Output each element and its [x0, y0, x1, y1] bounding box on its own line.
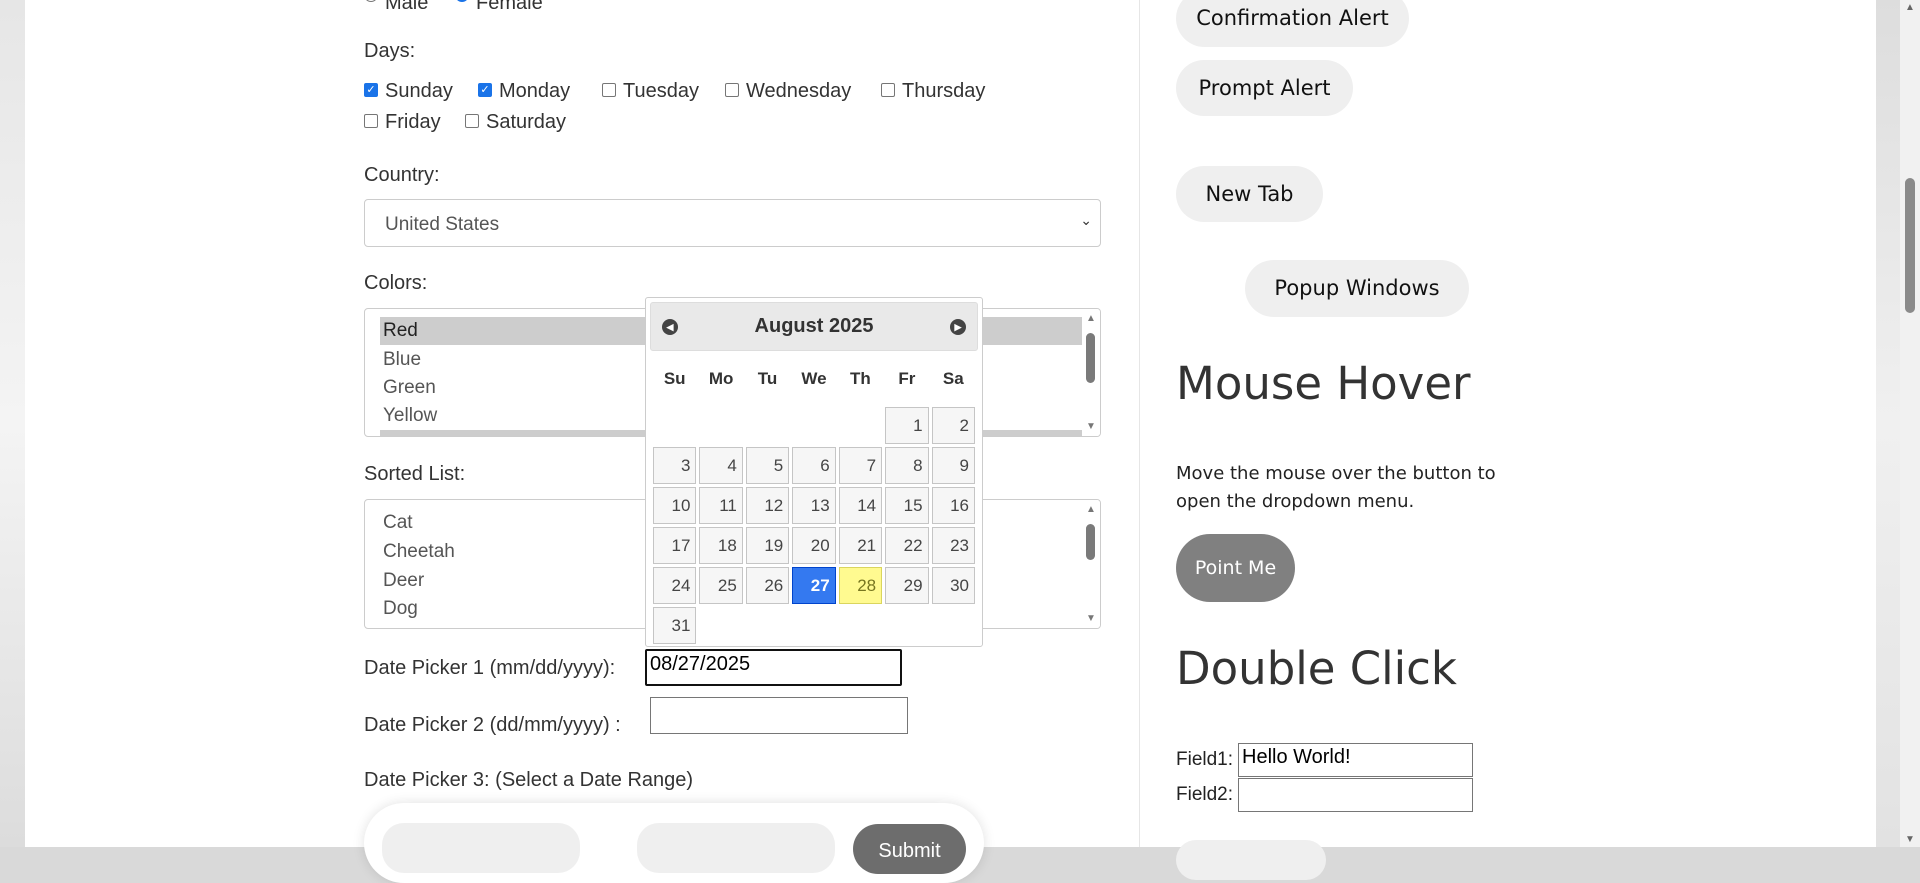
- calendar-day[interactable]: 29: [885, 567, 929, 604]
- scrollbar-thumb[interactable]: [1905, 178, 1915, 313]
- column-divider: [1139, 0, 1140, 847]
- start-date-input[interactable]: [382, 823, 580, 873]
- desc-line-1: Move the mouse over the button to: [1176, 463, 1496, 484]
- calendar-day[interactable]: 19: [745, 527, 790, 564]
- calendar-header: ◀ August 2025 ▶: [650, 302, 978, 351]
- country-value: United States: [385, 214, 500, 235]
- datepicker2-input[interactable]: [650, 697, 908, 734]
- mouse-hover-description: Move the mouse over the button to open th…: [1176, 460, 1496, 516]
- datepicker-calendar: ◀ August 2025 ▶ Su Mo Tu We Th Fr Sa 1 2 3 4 5 6 7 8 9 1…: [645, 297, 983, 647]
- weekday-header: Mo: [708, 369, 734, 388]
- page-scrollbar[interactable]: ▲ ▼: [1900, 0, 1920, 847]
- checkbox-thursday[interactable]: [881, 83, 895, 97]
- submit-button[interactable]: Submit: [853, 824, 966, 874]
- point-me-button[interactable]: Point Me: [1176, 534, 1295, 602]
- weekday-header: Su: [663, 369, 686, 388]
- field1-label: Field1:: [1176, 749, 1234, 770]
- field2-input[interactable]: [1238, 778, 1473, 812]
- calendar-day[interactable]: 10: [653, 487, 697, 524]
- field2-label: Field2:: [1176, 784, 1234, 805]
- checkbox-label: Friday: [385, 111, 441, 133]
- datepicker1-label: Date Picker 1 (mm/dd/yyyy):: [364, 657, 616, 679]
- calendar-day[interactable]: 25: [699, 567, 743, 604]
- background-left: [0, 0, 25, 847]
- radio-male-label: Male: [385, 0, 429, 14]
- confirmation-alert-button[interactable]: Confirmation Alert: [1176, 0, 1409, 47]
- checkbox-label: Sunday: [385, 80, 453, 102]
- checkbox-label: Monday: [499, 80, 571, 102]
- calendar-day[interactable]: 24: [653, 567, 697, 604]
- datepicker2-label: Date Picker 2 (dd/mm/yyyy) :: [364, 714, 621, 736]
- double-click-heading: Double Click: [1176, 642, 1457, 695]
- days-label: Days:: [364, 40, 416, 62]
- field1-input[interactable]: Hello World!: [1238, 743, 1473, 777]
- calendar-day[interactable]: 13: [792, 487, 836, 524]
- calendar-day[interactable]: 18: [699, 527, 743, 564]
- calendar-day[interactable]: 16: [931, 487, 975, 524]
- calendar-day[interactable]: 9: [931, 447, 975, 484]
- end-date-input[interactable]: [637, 823, 835, 873]
- calendar-day[interactable]: 8: [885, 447, 929, 484]
- calendar-day[interactable]: 23: [931, 527, 975, 564]
- chevron-down-icon: ⌄: [1080, 212, 1092, 228]
- weekday-header: Sa: [942, 369, 964, 388]
- sorted-list-scrollbar[interactable]: ▲ ▼: [1082, 500, 1100, 628]
- calendar-day[interactable]: 2: [931, 407, 975, 444]
- weekday-header: Fr: [898, 369, 916, 388]
- checkbox-sunday[interactable]: ✓: [364, 83, 378, 97]
- checkbox-friday[interactable]: [364, 114, 378, 128]
- weekday-header: Th: [850, 369, 871, 388]
- checkbox-tuesday[interactable]: [602, 83, 616, 97]
- calendar-day[interactable]: 14: [838, 487, 883, 524]
- popup-windows-button[interactable]: Popup Windows: [1245, 260, 1469, 317]
- checkbox-label: Wednesday: [746, 80, 852, 102]
- calendar-day[interactable]: 12: [745, 487, 790, 524]
- prompt-alert-button[interactable]: Prompt Alert: [1176, 60, 1353, 116]
- calendar-title: August 2025: [754, 315, 874, 337]
- calendar-day[interactable]: 6: [792, 447, 836, 484]
- colors-scrollbar[interactable]: ▲ ▼: [1082, 309, 1100, 436]
- calendar-day[interactable]: 22: [885, 527, 929, 564]
- checkbox-saturday[interactable]: [465, 114, 479, 128]
- copy-text-button[interactable]: [1176, 840, 1326, 880]
- colors-label: Colors:: [364, 272, 428, 294]
- checkbox-wednesday[interactable]: [725, 83, 739, 97]
- sorted-list-label: Sorted List:: [364, 463, 466, 485]
- weekday-header: Tu: [757, 369, 778, 388]
- calendar-day[interactable]: 28: [838, 567, 883, 604]
- weekday-header: We: [801, 369, 827, 388]
- calendar-day[interactable]: 4: [699, 447, 743, 484]
- calendar-day[interactable]: 3: [653, 447, 697, 484]
- calendar-day[interactable]: 30: [931, 567, 975, 604]
- calendar-day[interactable]: 17: [653, 527, 697, 564]
- checkbox-label: Tuesday: [623, 80, 699, 102]
- calendar-day[interactable]: 31: [653, 607, 697, 644]
- calendar-day[interactable]: 5: [745, 447, 790, 484]
- radio-female-label: Female: [476, 0, 543, 14]
- calendar-day[interactable]: 11: [699, 487, 743, 524]
- calendar-day[interactable]: 27: [792, 567, 836, 604]
- checkbox-monday[interactable]: ✓: [478, 83, 492, 97]
- calendar-day[interactable]: 26: [745, 567, 790, 604]
- calendar-day[interactable]: 20: [792, 527, 836, 564]
- next-month-icon[interactable]: ▶: [950, 319, 966, 335]
- country-select[interactable]: United States ⌄: [364, 199, 1101, 247]
- datepicker1-input[interactable]: 08/27/2025: [645, 649, 902, 686]
- calendar-day[interactable]: 7: [838, 447, 883, 484]
- country-label: Country:: [364, 164, 440, 186]
- mouse-hover-heading: Mouse Hover: [1176, 357, 1471, 410]
- background-right: [1876, 0, 1900, 847]
- datepicker3-label: Date Picker 3: (Select a Date Range): [364, 769, 694, 791]
- calendar-day[interactable]: 15: [885, 487, 929, 524]
- checkbox-label: Thursday: [902, 80, 986, 102]
- prev-month-icon[interactable]: ◀: [662, 319, 678, 335]
- calendar-day[interactable]: 1: [885, 407, 929, 444]
- new-tab-button[interactable]: New Tab: [1176, 166, 1323, 222]
- calendar-day[interactable]: 21: [838, 527, 883, 564]
- desc-line-2: open the dropdown menu.: [1176, 491, 1415, 512]
- checkbox-label: Saturday: [486, 111, 567, 133]
